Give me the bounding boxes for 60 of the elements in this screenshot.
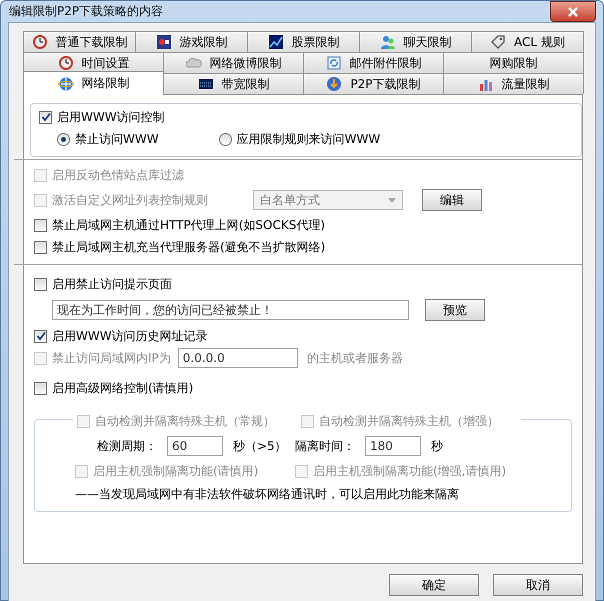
monitor-icon (198, 76, 214, 92)
checkbox-label: 启用反动色情站点库过滤 (52, 166, 184, 184)
game-icon (156, 34, 172, 50)
unit-label: 秒 (431, 438, 443, 454)
radio-label: 应用限制规则来访问WWW (236, 130, 380, 148)
close-button[interactable] (550, 1, 596, 22)
unit-label: 秒（>5） (233, 438, 287, 454)
tab[interactable]: 时间设置 (23, 52, 164, 73)
checkbox[interactable] (34, 330, 47, 342)
radio-label: 禁止访问WWW (75, 130, 159, 148)
tab[interactable]: 带宽限制 (163, 73, 304, 94)
preview-button[interactable]: 预览 (425, 299, 485, 321)
tab[interactable]: 网购限制 (443, 52, 584, 73)
checkbox-label: 自动检测并隔离特殊主机（常规） (95, 412, 275, 430)
tab[interactable]: 游戏限制 (135, 31, 248, 52)
tab[interactable]: 聊天限制 (359, 31, 472, 52)
download-icon (326, 76, 342, 92)
checkbox-label: 启用禁止访问提示页面 (52, 276, 172, 292)
checkbox-label: 禁止访问局域网内IP为 (52, 350, 171, 366)
chart-icon (268, 34, 284, 50)
field-label: 检测周期： (97, 438, 157, 454)
close-icon (567, 6, 579, 16)
tab[interactable]: 流量限制 (443, 73, 584, 94)
clock-icon (58, 55, 74, 71)
tag-icon (490, 34, 506, 50)
ip-suffix-label: 的主机或者服务器 (306, 350, 403, 366)
tab[interactable]: ACL 规则 (471, 31, 584, 52)
radio-button[interactable] (218, 132, 232, 146)
checkbox-label: 启用WWW访问历史网址记录 (52, 328, 208, 344)
checkbox-label: 禁止局域网主机通过HTTP代理上网(如SOCKS代理) (52, 216, 325, 234)
clock-icon (32, 34, 48, 50)
checkbox-label: 禁止局域网主机充当代理服务器(避免不当扩散网络) (52, 238, 326, 256)
window-title: 编辑限制P2P下载策略的内容 (8, 3, 164, 20)
checkbox-label: 启用主机强制隔离功能(增强,请慎用) (313, 462, 506, 480)
note-text: ——当发现局域网中有非法软件破坏网络通讯时，可以启用此功能来隔离 (75, 486, 460, 503)
checkbox-label: 启用主机强制隔离功能(请慎用) (93, 462, 258, 480)
tab[interactable]: 网络限制 (23, 71, 164, 95)
checkbox[interactable] (34, 240, 47, 254)
tab[interactable]: 网络微博限制 (163, 52, 304, 73)
checkbox-label: 启用高级网络控制(请慎用) (52, 380, 194, 396)
dialog-button[interactable]: 取消 (493, 574, 583, 596)
caret-icon (388, 198, 396, 202)
tab[interactable]: 邮件附件限制 (303, 52, 444, 73)
person-icon (380, 34, 396, 50)
field-label: 隔离时间： (295, 438, 355, 454)
radio-button[interactable] (57, 132, 70, 146)
refresh-icon (326, 55, 342, 71)
globe-icon (58, 76, 74, 92)
tab[interactable]: 股票限制 (247, 31, 360, 52)
checkbox-label: 自动检测并隔离特殊主机（增强） (319, 412, 499, 430)
checkbox[interactable] (34, 382, 47, 394)
checkbox[interactable] (39, 110, 52, 124)
checkbox[interactable] (34, 218, 47, 232)
checkbox-label: 启用WWW访问控制 (57, 108, 165, 126)
tab[interactable]: P2P下载限制 (303, 73, 444, 94)
tab[interactable]: 普通下载限制 (23, 31, 136, 52)
message-field[interactable]: 现在为工作时间，您的访问已经被禁止！ (52, 300, 409, 320)
dialog-button[interactable]: 确定 (389, 574, 479, 596)
checkbox[interactable] (34, 278, 47, 290)
checkbox-label: 激活自定义网址列表控制规则 (52, 192, 208, 208)
